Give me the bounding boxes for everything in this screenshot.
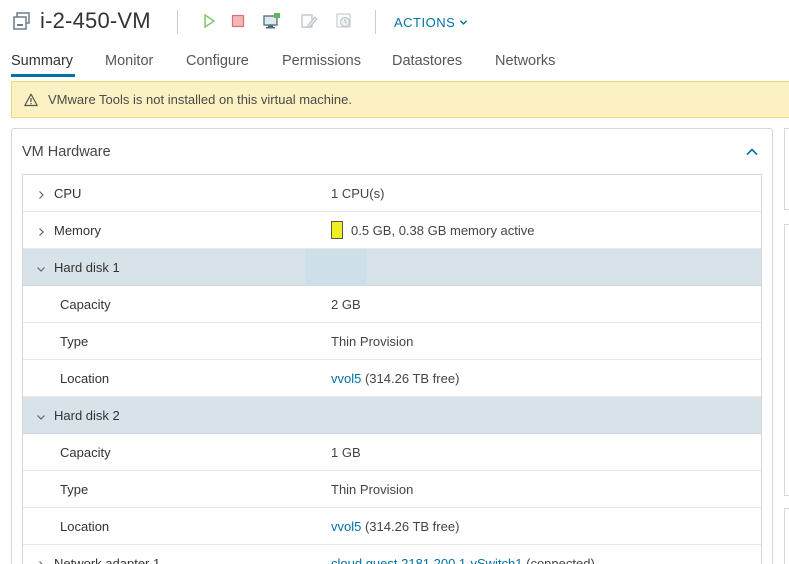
- network-link[interactable]: cloud.guest.2181.200.1-vSwitch1: [331, 556, 523, 564]
- hardware-table: CPU 1 CPU(s) Memory 0.5 GB, 0.38 GB memo…: [22, 174, 762, 564]
- chevron-up-icon[interactable]: [745, 145, 759, 159]
- vm-header: i-2-450-VM ACTIONS: [0, 0, 789, 44]
- chevron-down-icon[interactable]: [36, 262, 46, 272]
- row-value: vvol5 (314.26 TB free): [331, 371, 459, 386]
- power-on-icon[interactable]: [200, 12, 218, 30]
- edit-settings-icon[interactable]: [300, 12, 318, 30]
- row-label: Hard disk 1: [54, 260, 120, 275]
- row-label: Network adapter 1: [54, 556, 161, 564]
- selection-highlight: [305, 249, 367, 286]
- actions-label: ACTIONS: [394, 15, 456, 30]
- alert-message: VMware Tools is not installed on this vi…: [48, 92, 352, 107]
- table-row: Type Thin Provision: [23, 323, 761, 360]
- chevron-right-icon[interactable]: [36, 225, 46, 236]
- vm-hardware-card: VM Hardware CPU 1 CPU(s) Memory 0.5 GB, …: [11, 128, 773, 564]
- row-label: Capacity: [60, 445, 111, 460]
- table-row-cpu[interactable]: CPU 1 CPU(s): [23, 175, 761, 212]
- row-label: CPU: [54, 186, 82, 201]
- active-tab-indicator: [11, 74, 75, 77]
- row-label: Type: [60, 334, 89, 349]
- network-status: (connected): [522, 556, 595, 564]
- vm-icon: [12, 11, 32, 31]
- row-value: Thin Provision: [331, 334, 414, 349]
- side-panel-edge: [784, 128, 789, 210]
- actions-menu-button[interactable]: ACTIONS: [394, 15, 468, 30]
- power-off-icon[interactable]: [229, 12, 247, 30]
- tab-networks[interactable]: Networks: [495, 53, 555, 69]
- tab-summary[interactable]: Summary: [11, 53, 73, 69]
- console-icon[interactable]: [263, 12, 281, 30]
- table-row-network-adapter-1[interactable]: Network adapter 1 cloud.guest.2181.200.1…: [23, 545, 761, 564]
- row-label: Memory: [54, 223, 101, 238]
- row-value: cloud.guest.2181.200.1-vSwitch1 (connect…: [331, 556, 595, 564]
- chevron-down-icon[interactable]: [36, 410, 46, 420]
- chevron-right-icon[interactable]: [36, 558, 46, 564]
- datastore-free-space: (314.26 TB free): [361, 371, 460, 386]
- page-title: i-2-450-VM: [40, 8, 151, 33]
- row-label: Type: [60, 482, 89, 497]
- warning-icon: [24, 93, 38, 107]
- table-row: Capacity 2 GB: [23, 286, 761, 323]
- tab-bar: Summary Monitor Configure Permissions Da…: [0, 44, 789, 78]
- card-title: VM Hardware: [22, 144, 111, 160]
- table-row: Location vvol5 (314.26 TB free): [23, 508, 761, 545]
- row-value: 0.5 GB, 0.38 GB memory active: [331, 220, 535, 239]
- row-value: 1 GB: [331, 445, 361, 460]
- side-panel-edge: [784, 508, 789, 564]
- tab-permissions[interactable]: Permissions: [282, 53, 361, 69]
- table-row-memory[interactable]: Memory 0.5 GB, 0.38 GB memory active: [23, 212, 761, 249]
- datastore-link[interactable]: vvol5: [331, 371, 361, 386]
- chevron-down-icon: [459, 15, 468, 30]
- table-row-hard-disk-2[interactable]: Hard disk 2: [23, 397, 761, 434]
- row-value: 2 GB: [331, 297, 361, 312]
- datastore-free-space: (314.26 TB free): [361, 519, 460, 534]
- tab-monitor[interactable]: Monitor: [105, 53, 153, 69]
- toolbar-divider: [177, 10, 178, 34]
- side-panel-edge: [784, 224, 789, 496]
- memory-value: 0.5 GB, 0.38 GB memory active: [351, 223, 535, 238]
- table-row: Type Thin Provision: [23, 471, 761, 508]
- toolbar-divider: [375, 10, 376, 34]
- memory-usage-indicator: [331, 220, 343, 239]
- table-row-hard-disk-1[interactable]: Hard disk 1: [23, 249, 761, 286]
- row-label: Capacity: [60, 297, 111, 312]
- row-value: 1 CPU(s): [331, 186, 385, 201]
- tab-configure[interactable]: Configure: [186, 53, 249, 69]
- table-row: Capacity 1 GB: [23, 434, 761, 471]
- row-label: Location: [60, 519, 110, 534]
- row-value: Thin Provision: [331, 482, 414, 497]
- chevron-right-icon[interactable]: [36, 188, 46, 199]
- row-label: Hard disk 2: [54, 408, 120, 423]
- tab-datastores[interactable]: Datastores: [392, 53, 462, 69]
- warning-alert: VMware Tools is not installed on this vi…: [11, 81, 789, 118]
- snapshot-icon[interactable]: [335, 12, 353, 30]
- datastore-link[interactable]: vvol5: [331, 519, 361, 534]
- row-label: Location: [60, 371, 110, 386]
- row-value: vvol5 (314.26 TB free): [331, 519, 459, 534]
- table-row: Location vvol5 (314.26 TB free): [23, 360, 761, 397]
